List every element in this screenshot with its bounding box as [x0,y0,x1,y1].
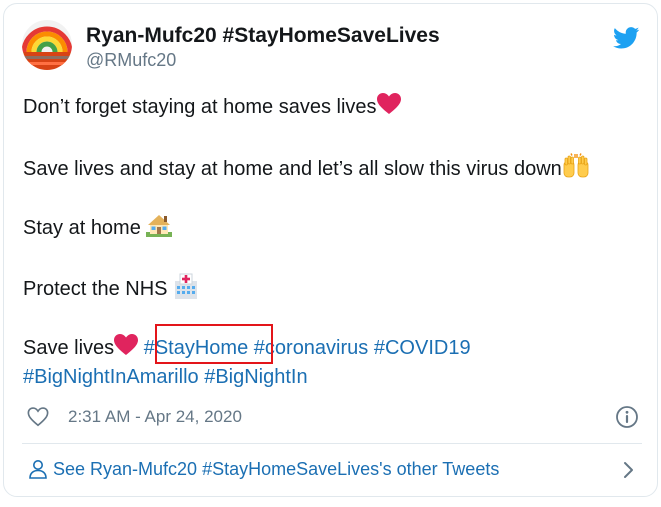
hashtag-covid19-link[interactable]: #COVID19 [374,337,471,359]
hospital-icon [173,273,199,306]
divider [22,443,642,444]
tweet-line-2: Save lives and stay at home and let’s al… [23,153,590,180]
chevron-right-icon[interactable] [622,460,636,480]
tweet-line-1: Don’t forget staying at home saves lives [23,93,401,119]
tweet-timestamp[interactable]: 2:31 AM - Apr 24, 2020 [68,407,242,427]
tweet-line-1-text: Don’t forget staying at home saves lives [23,95,377,118]
tweet-line-3: Stay at home [23,213,173,239]
display-name[interactable]: Ryan-Mufc20 #StayHomeSaveLives [86,24,440,48]
red-heart-icon [376,93,401,122]
tweet-line-4-text: Protect the NHS [23,277,174,300]
avatar[interactable] [22,20,72,70]
handle[interactable]: @RMufc20 [86,50,176,71]
tweet-meta: 2:31 AM - Apr 24, 2020 [27,404,647,430]
raising-hands-icon [562,153,590,186]
other-tweets-text[interactable]: See Ryan-Mufc20 #StayHomeSaveLives's oth… [53,459,499,480]
hashtag-bignightin-link[interactable]: #BigNightIn [204,366,307,388]
info-icon[interactable] [615,405,639,429]
tweet-line-5-text: Save lives [23,336,115,359]
tweet-line-3-text: Stay at home [23,216,147,239]
hashtag-bignightinamarillo-link[interactable]: #BigNightInAmarillo [23,366,199,388]
tweet-line-2-text: Save lives and stay at home and let’s al… [23,157,562,180]
twitter-bird-icon[interactable] [612,27,640,49]
other-tweets-link[interactable]: See Ryan-Mufc20 #StayHomeSaveLives's oth… [28,456,646,484]
house-with-garden-icon [146,213,173,244]
tweet-line-4: Protect the NHS [23,273,199,300]
highlight-box [155,324,273,364]
heart-outline-icon[interactable] [27,406,49,428]
person-icon [28,459,48,479]
red-heart-icon [114,334,139,363]
tweet-line-6: #BigNightInAmarillo #BigNightIn [23,364,308,390]
